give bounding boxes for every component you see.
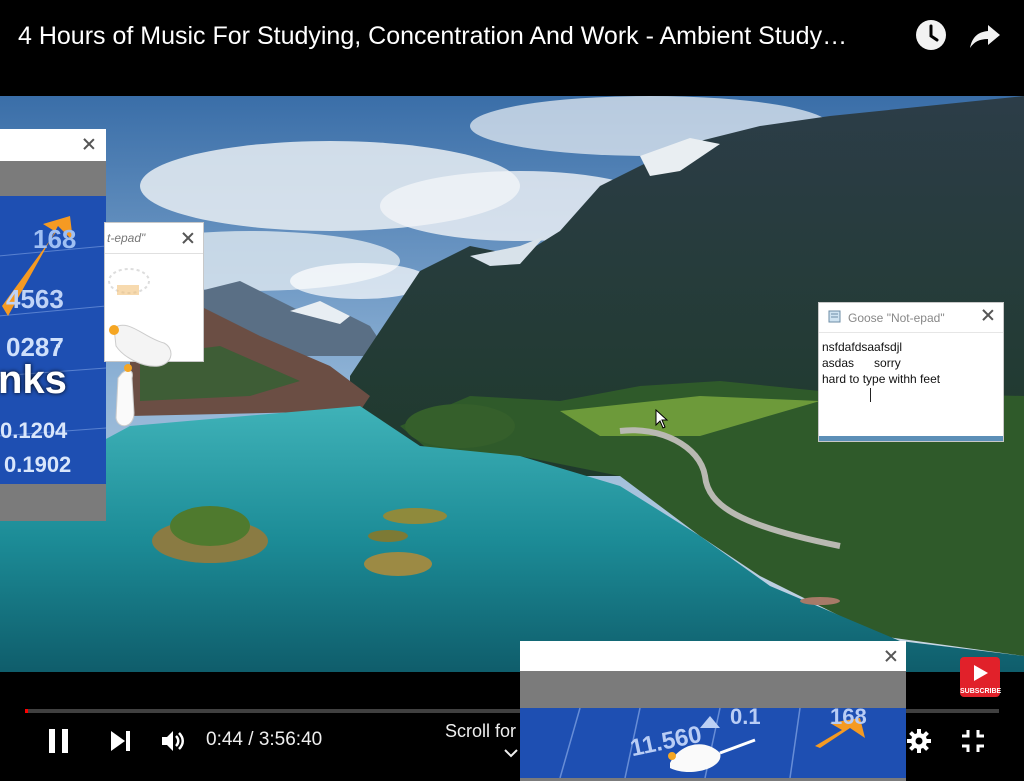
share-arrow-icon[interactable] [968, 18, 1002, 52]
close-icon[interactable] [981, 308, 995, 322]
title-bar: 4 Hours of Music For Studying, Concentra… [0, 0, 1024, 96]
thumb-number: 168 [33, 224, 77, 254]
text-line: nsfdafdsaafsdjl [822, 340, 903, 354]
thumb-number: 0.1204 [0, 418, 68, 443]
time-display: 0:44 / 3:56:40 [206, 729, 323, 750]
window-title-bar[interactable]: t-epad" [105, 223, 203, 254]
close-icon[interactable] [82, 137, 96, 151]
notepad-text-area[interactable]: nsfdafdsaafsdjl asdas sorry hard to type… [819, 332, 1003, 441]
window-title: Goose "Not-epad" [848, 311, 945, 325]
goose-notepad-window[interactable]: Goose "Not-epad" nsfdafdsaafsdjl asdas s… [818, 302, 1004, 442]
text-line: asdas sorry [822, 356, 901, 370]
video-title[interactable]: 4 Hours of Music For Studying, Concentra… [18, 19, 903, 53]
text-caret [870, 388, 871, 402]
close-icon[interactable] [181, 231, 195, 245]
thumb-number: 4563 [6, 284, 64, 314]
close-icon[interactable] [884, 649, 898, 663]
thumb-number: 168 [830, 708, 867, 729]
exit-fullscreen-icon[interactable] [960, 728, 986, 754]
play-icon [974, 665, 988, 681]
chevron-down-icon[interactable] [504, 748, 518, 758]
left-image-window[interactable]: 168 4563 0287 nks 0.1204 0.1902 [0, 129, 106, 521]
window-title-bar[interactable] [520, 641, 906, 671]
thumb-number: 0.1 [730, 708, 761, 729]
goose-icon[interactable] [104, 318, 176, 438]
thumb-word: nks [0, 358, 67, 402]
window-title-bar[interactable] [0, 129, 106, 161]
pause-icon[interactable] [46, 727, 72, 755]
window-title: t-epad" [107, 231, 146, 245]
subscribe-button[interactable]: SUBSCRIBE [960, 657, 1002, 697]
next-track-icon[interactable] [108, 729, 132, 753]
mouse-cursor-icon [655, 409, 669, 429]
window-title-bar[interactable]: Goose "Not-epad" [819, 303, 1003, 331]
thumb-number: 0.1902 [4, 452, 72, 477]
notepad-icon [828, 310, 841, 323]
progress-fill [25, 709, 29, 713]
text-line: hard to type withh feet [822, 372, 941, 386]
subscribe-label: SUBSCRIBE [960, 688, 1002, 695]
bottom-image-window[interactable]: 11.560 0.1 168 [520, 641, 906, 781]
clock-icon[interactable] [914, 18, 948, 52]
scroll-for-details-hint[interactable]: Scroll for [445, 721, 516, 742]
stock-chart-thumbnail: 168 4563 0287 nks 0.1204 0.1902 [0, 196, 106, 484]
volume-icon[interactable] [160, 728, 186, 754]
settings-gear-icon[interactable] [906, 728, 932, 754]
